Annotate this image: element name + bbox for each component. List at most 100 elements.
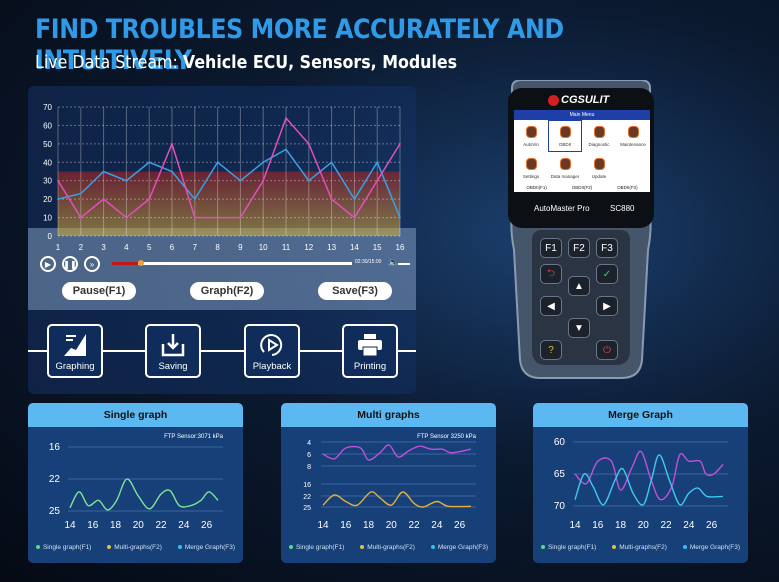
help-key[interactable]: ? (540, 340, 562, 360)
feature-label: Printing (353, 361, 387, 372)
x-tick-label: 20 (638, 520, 650, 531)
power-key[interactable]: ⏻ (596, 340, 618, 360)
y-tick-label: 40 (43, 158, 52, 167)
x-tick-label: 14 (350, 243, 359, 252)
data-point (148, 198, 150, 200)
y-tick-label: 0 (48, 232, 53, 241)
left-key[interactable]: ◀ (540, 296, 562, 316)
legend: Single graph(F1) Multi-graphs(F2) Merge Gr… (533, 544, 748, 551)
down-key[interactable]: ▼ (568, 318, 590, 338)
data-point (216, 216, 219, 219)
x-tick-label: 13 (327, 243, 336, 252)
menu-item-settings[interactable]: Settings (514, 152, 548, 184)
back-key[interactable]: ⮌ (540, 264, 562, 284)
sensor-readout: FTP Sensor 3250 kPa (417, 434, 477, 440)
y-tick-label: 4 (307, 440, 311, 447)
data-point (102, 170, 105, 173)
graph-f2-button[interactable]: Graph(F2) (190, 282, 264, 300)
data-point (57, 198, 59, 200)
data-point (80, 192, 82, 195)
screen-title: Main Menu (514, 110, 650, 120)
model-name: AutoMaster Pro (534, 204, 590, 213)
y-tick-label: 20 (43, 195, 52, 204)
f3-key[interactable]: F3 (596, 238, 618, 258)
menu-icon (559, 125, 571, 138)
x-tick-label: 7 (193, 243, 198, 252)
menu-item-autovin[interactable]: AutoVin (514, 120, 548, 152)
data-point (308, 143, 310, 145)
x-tick-label: 18 (363, 520, 375, 531)
x-tick-label: 14 (64, 520, 76, 531)
data-point (125, 216, 128, 219)
x-tick-label: 8 (215, 243, 220, 252)
series-line-0 (322, 444, 472, 461)
screen-fkey[interactable]: OBDII(F3) (617, 184, 638, 192)
feature-printing: Printing (342, 324, 398, 378)
x-tick-label: 5 (147, 243, 152, 252)
y-tick-label: 16 (303, 482, 311, 489)
y-tick-label: 60 (43, 121, 52, 130)
data-point (376, 161, 379, 164)
data-point (262, 179, 264, 182)
pause-button[interactable]: ❚❚ (62, 256, 78, 272)
volume-slider[interactable] (398, 263, 410, 265)
pause-f1-button[interactable]: Pause(F1) (62, 282, 136, 300)
data-point (194, 198, 196, 200)
save-f3-button[interactable]: Save(F3) (318, 282, 392, 300)
series-line-0 (574, 450, 724, 501)
x-tick-label: 26 (706, 520, 718, 531)
progress-handle[interactable] (138, 260, 144, 266)
fast-forward-button[interactable]: » (84, 256, 100, 272)
x-tick-label: 14 (317, 520, 329, 531)
right-key[interactable]: ▶ (596, 296, 618, 316)
x-tick-label: 24 (431, 520, 443, 531)
x-tick-label: 2 (79, 243, 84, 252)
enter-key[interactable]: ✓ (596, 264, 618, 284)
progress-slider[interactable] (112, 260, 352, 266)
x-tick-label: 22 (156, 520, 168, 531)
legend: Single graph(F1) Multi-graphs(F2) Merge Gr… (28, 544, 243, 551)
screen-fkey[interactable]: OBDII(F2) (572, 184, 593, 192)
x-tick-label: 18 (110, 520, 122, 531)
play-button[interactable]: ▶ (40, 256, 56, 272)
menu-item-update[interactable]: Update (582, 152, 616, 184)
data-point (399, 143, 401, 145)
data-point (330, 161, 333, 164)
progress-fill (112, 262, 139, 265)
x-tick-label: 14 (569, 520, 581, 531)
x-tick-label: 3 (101, 243, 106, 252)
y-tick-label: 22 (49, 474, 61, 485)
x-tick-label: 10 (259, 243, 268, 252)
y-tick-label: 65 (554, 469, 566, 480)
replay-icon (260, 334, 283, 356)
subtitle-lead: Live Data Stream: (35, 52, 183, 73)
menu-label: Maintenance (620, 141, 646, 147)
menu-item-maintenance[interactable]: Maintenance (616, 120, 650, 152)
up-key[interactable]: ▲ (568, 276, 590, 296)
x-tick-label: 26 (201, 520, 213, 531)
screen-fkey[interactable]: OBDII(F1) (526, 184, 547, 192)
feature-label: Playback (252, 361, 292, 372)
menu-item-obdii[interactable]: OBDII (548, 120, 582, 152)
menu-item-data-manager[interactable]: Data manager (548, 152, 582, 184)
y-tick-label: 70 (554, 501, 566, 512)
y-tick-label: 6 (307, 452, 311, 459)
f1-key[interactable]: F1 (540, 238, 562, 258)
download-icon (161, 334, 185, 357)
y-tick-label: 25 (303, 505, 311, 512)
menu-icon (593, 157, 605, 170)
menu-icon (525, 157, 537, 170)
feature-label: Graphing (55, 361, 95, 372)
card-title: Multi graphs (281, 403, 496, 427)
model-code: SC880 (610, 204, 635, 213)
x-tick-label: 18 (615, 520, 627, 531)
y-tick-label: 10 (43, 214, 52, 223)
printer-icon (358, 334, 382, 357)
card-title: Merge Graph (533, 403, 748, 427)
data-point (285, 148, 287, 151)
data-point (80, 216, 82, 219)
f2-key[interactable]: F2 (568, 238, 590, 258)
x-tick-label: 9 (238, 243, 243, 252)
x-tick-label: 26 (454, 520, 466, 531)
menu-item-diagnostic[interactable]: Diagnostic (582, 120, 616, 152)
